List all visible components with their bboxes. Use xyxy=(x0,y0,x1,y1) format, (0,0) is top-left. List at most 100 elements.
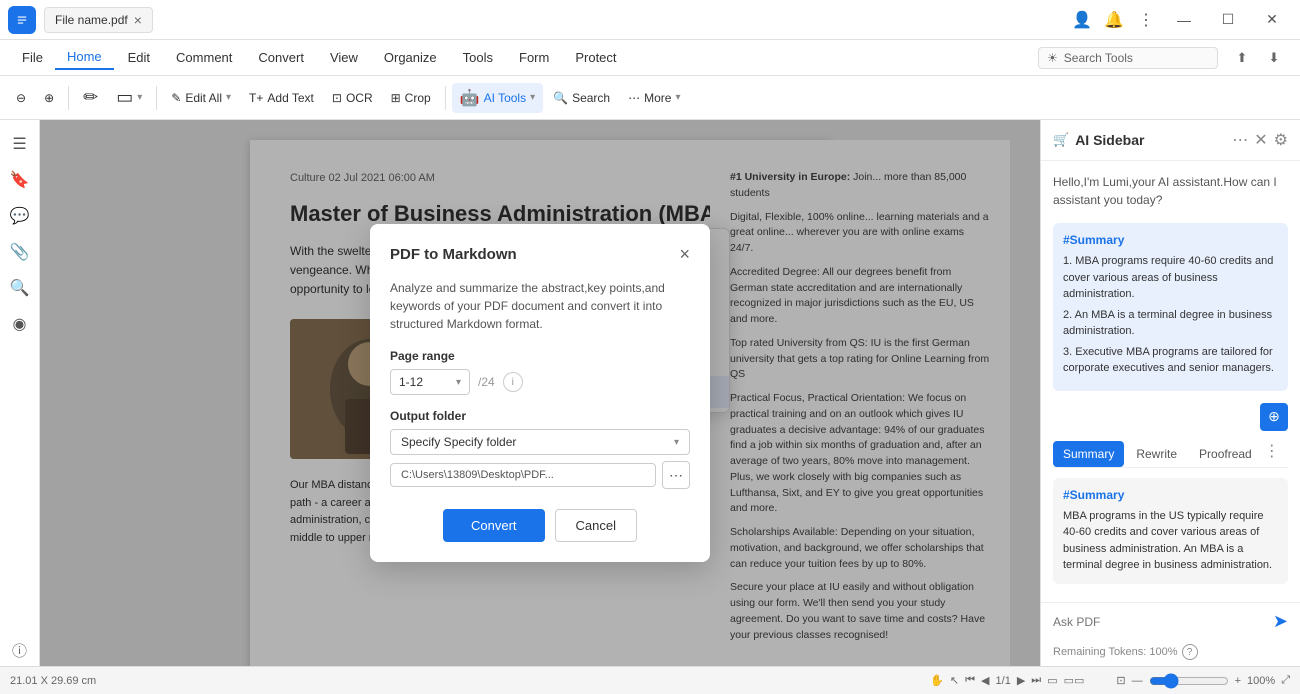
help-icon[interactable]: ? xyxy=(1182,644,1198,660)
menu-comment[interactable]: Comment xyxy=(164,46,244,69)
shape-icon: ▭ xyxy=(116,87,133,108)
output-folder-label: Output folder xyxy=(390,409,690,423)
zoom-plus-status[interactable]: + xyxy=(1235,675,1241,687)
ai-tools-button[interactable]: 🤖 AI Tools ▾ xyxy=(452,83,543,113)
first-page-icon[interactable]: ⏮ xyxy=(965,674,975,687)
tab-close-icon[interactable]: × xyxy=(134,12,142,28)
edit-all-button[interactable]: ✎ Edit All ▾ xyxy=(163,86,239,110)
add-text-label: Add Text xyxy=(267,91,313,105)
separator-2 xyxy=(156,86,157,110)
sidebar-help-icon[interactable]: ⓘ xyxy=(4,634,36,666)
path-more-button[interactable]: ⋯ xyxy=(662,461,690,489)
download-cloud-icon[interactable]: ⬇ xyxy=(1260,44,1288,72)
sidebar-comments-icon[interactable]: 💬 xyxy=(4,200,36,232)
separator xyxy=(68,86,69,110)
sidebar-layers-icon[interactable]: ◉ xyxy=(4,308,36,340)
settings-icon[interactable]: ⚙ xyxy=(1274,130,1288,150)
ai-tab-proofread[interactable]: Proofread xyxy=(1189,441,1262,467)
title-actions: 👤 🔔 ⋮ — ☐ ✕ xyxy=(1068,0,1292,40)
next-page-icon[interactable]: ▶ xyxy=(1017,674,1025,687)
folder-select-label: Specify Specify folder xyxy=(401,435,516,449)
ai-summary-item-2: 2. An MBA is a terminal degree in busine… xyxy=(1063,307,1278,340)
sidebar-attachments-icon[interactable]: 📎 xyxy=(4,236,36,268)
cloud-buttons: ⬆ ⬇ xyxy=(1228,44,1288,72)
folder-select-dropdown[interactable]: Specify Specify folder ▾ xyxy=(390,429,690,455)
menu-view[interactable]: View xyxy=(318,46,370,69)
ai-send-button[interactable]: ➤ xyxy=(1273,611,1288,632)
single-page-icon[interactable]: ▭ xyxy=(1047,674,1057,687)
search-button[interactable]: 🔍 Search xyxy=(545,86,618,110)
crop-button[interactable]: ⊞ Crop xyxy=(383,86,439,110)
page-info-icon[interactable]: i xyxy=(503,372,523,392)
page-range-value: 1-12 xyxy=(399,375,423,389)
menu-edit[interactable]: Edit xyxy=(116,46,162,69)
modal-actions: Convert Cancel xyxy=(390,509,690,542)
user-avatar[interactable]: 👤 xyxy=(1068,6,1096,34)
toolbar: ⊖ ⊕ ✏ ▭ ▾ ✎ Edit All ▾ T+ Add Text ⊡ OCR… xyxy=(0,76,1300,120)
ai-tabs: Summary Rewrite Proofread ⋮ xyxy=(1053,441,1288,468)
ai-summary-item-1: 1. MBA programs require 40-60 credits an… xyxy=(1063,253,1278,303)
menu-organize[interactable]: Organize xyxy=(372,46,449,69)
menu-home[interactable]: Home xyxy=(55,45,114,70)
add-text-button[interactable]: T+ Add Text xyxy=(241,86,322,110)
cancel-button[interactable]: Cancel xyxy=(555,509,637,542)
ai-tabs-more[interactable]: ⋮ xyxy=(1264,441,1280,467)
last-page-icon[interactable]: ⏭ xyxy=(1031,674,1041,687)
sidebar-pages-icon[interactable]: ☰ xyxy=(4,128,36,160)
file-tab[interactable]: File name.pdf × xyxy=(44,7,153,33)
menu-file[interactable]: File xyxy=(12,46,53,69)
sidebar-bookmarks-icon[interactable]: 🔖 xyxy=(4,164,36,196)
sidebar-search-icon[interactable]: 🔍 xyxy=(4,272,36,304)
menu-convert[interactable]: Convert xyxy=(246,46,316,69)
zoom-in-button[interactable]: ⊕ xyxy=(36,86,62,110)
menu-tools[interactable]: Tools xyxy=(451,46,505,69)
ask-pdf-input[interactable] xyxy=(1053,615,1267,629)
modal-description: Analyze and summarize the abstract,key p… xyxy=(390,279,690,333)
ai-more-icon[interactable]: ⋯ xyxy=(1232,130,1248,150)
prev-page-icon[interactable]: ◀ xyxy=(981,674,989,687)
minimize-button[interactable]: — xyxy=(1164,0,1204,40)
convert-button[interactable]: Convert xyxy=(443,509,545,542)
ai-tab-rewrite[interactable]: Rewrite xyxy=(1126,441,1187,467)
fit-width-icon[interactable]: ⤢ xyxy=(1281,674,1290,687)
zoom-out-button[interactable]: ⊖ xyxy=(8,86,34,110)
maximize-button[interactable]: ☐ xyxy=(1208,0,1248,40)
cursor-tool-icon[interactable]: ✋ xyxy=(930,674,944,687)
ai-close-icon[interactable]: ✕ xyxy=(1254,130,1267,150)
main-layout: ☰ 🔖 💬 📎 🔍 ◉ ⓘ Culture 02 Jul 2021 06:00 … xyxy=(0,120,1300,666)
modal-header: PDF to Markdown × xyxy=(390,244,690,265)
upload-cloud-icon[interactable]: ⬆ xyxy=(1228,44,1256,72)
more-button[interactable]: ⋯ More ▾ xyxy=(620,86,688,110)
shape-button[interactable]: ▭ ▾ xyxy=(108,82,150,113)
highlight-icon: ✏ xyxy=(83,87,98,108)
separator-3 xyxy=(445,86,446,110)
left-sidebar: ☰ 🔖 💬 📎 🔍 ◉ ⓘ xyxy=(0,120,40,666)
ai-tab-summary[interactable]: Summary xyxy=(1053,441,1124,467)
status-bar: 21.01 X 29.69 cm ✋ ↖ ⏮ ◀ 1/1 ▶ ⏭ ▭ ▭▭ ⊡ … xyxy=(0,666,1300,694)
ai-greeting: Hello,I'm Lumi,your AI assistant.How can… xyxy=(1053,173,1288,209)
crop-label: Crop xyxy=(405,91,431,105)
page-total: /24 xyxy=(478,375,495,389)
zoom-out-status[interactable]: — xyxy=(1132,675,1143,687)
menu-protect[interactable]: Protect xyxy=(563,46,628,69)
search-tools-label: Search Tools xyxy=(1064,51,1133,65)
double-page-icon[interactable]: ▭▭ xyxy=(1064,674,1085,687)
ai-copy-icon[interactable]: ⊕ xyxy=(1260,403,1288,431)
select-tool-icon[interactable]: ↖ xyxy=(950,674,959,687)
modal-close-button[interactable]: × xyxy=(679,244,690,265)
ocr-label: OCR xyxy=(346,91,373,105)
ai-tools-label: AI Tools xyxy=(484,91,526,105)
more-options-icon[interactable]: ⋮ xyxy=(1132,6,1160,34)
close-button[interactable]: ✕ xyxy=(1252,0,1292,40)
title-bar: File name.pdf × 👤 🔔 ⋮ — ☐ ✕ xyxy=(0,0,1300,40)
sun-icon: ☀ xyxy=(1047,51,1058,65)
zoom-slider[interactable] xyxy=(1149,673,1229,689)
modal-overlay: PDF to Markdown × Analyze and summarize … xyxy=(40,120,1040,666)
ocr-button[interactable]: ⊡ OCR xyxy=(324,86,381,110)
page-range-input[interactable]: 1-12 ▾ xyxy=(390,369,470,395)
menu-form[interactable]: Form xyxy=(507,46,561,69)
bell-icon[interactable]: 🔔 xyxy=(1100,6,1128,34)
highlight-button[interactable]: ✏ xyxy=(75,82,106,113)
fit-page-icon[interactable]: ⊡ xyxy=(1116,674,1125,687)
search-tools-box[interactable]: ☀ Search Tools xyxy=(1038,47,1218,69)
